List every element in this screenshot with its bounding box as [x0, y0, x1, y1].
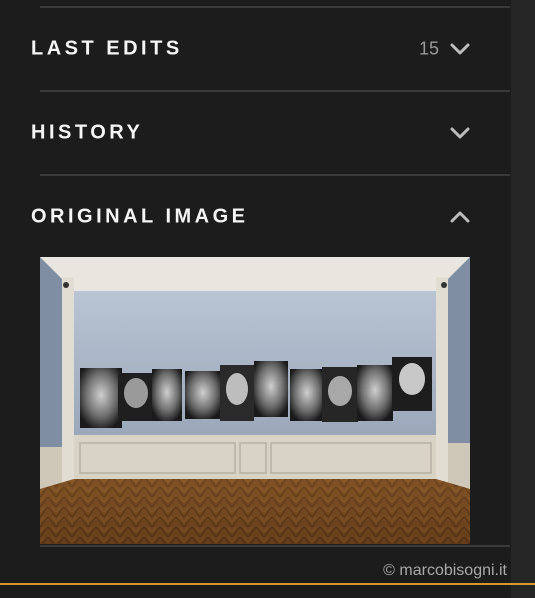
last-edits-count: 15 [418, 38, 439, 59]
section-title-history: HISTORY [31, 121, 144, 144]
section-history[interactable]: HISTORY [0, 92, 511, 174]
chevron-down-icon[interactable] [450, 43, 470, 55]
section-original-image[interactable]: ORIGINAL IMAGE [0, 176, 511, 258]
copyright-credit: © marcobisogni.it [383, 562, 507, 579]
original-image-thumbnail[interactable] [40, 257, 470, 544]
section-title-last-edits: LAST EDITS [31, 37, 183, 60]
chevron-up-icon[interactable] [450, 211, 470, 223]
chevron-down-icon[interactable] [450, 127, 470, 139]
divider [40, 545, 510, 547]
accent-line [0, 583, 535, 585]
scrollbar[interactable] [511, 0, 535, 598]
section-title-original-image: ORIGINAL IMAGE [31, 205, 249, 228]
gallery-photo [40, 257, 470, 544]
section-last-edits[interactable]: LAST EDITS 15 [0, 8, 511, 90]
